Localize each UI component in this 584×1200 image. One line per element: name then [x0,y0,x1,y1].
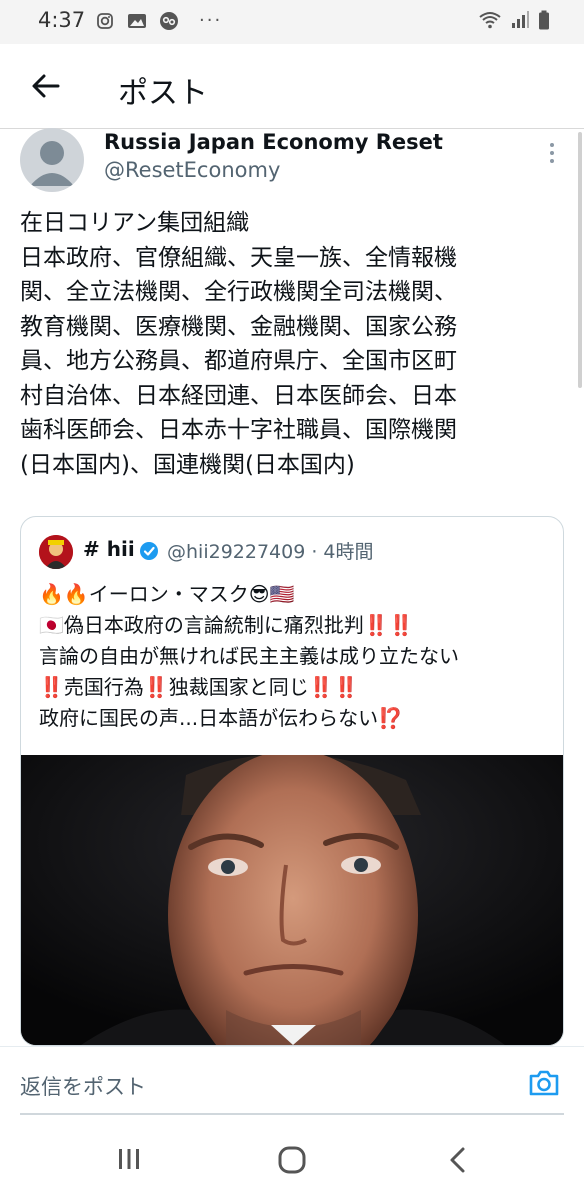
post-line: 在日コリアン集団組織 [20,210,250,236]
status-icons-left: ··· [95,10,222,31]
gallery-icon [127,11,147,31]
quoted-line: 言論の自由が無ければ民主主義は成り立たない [39,644,459,668]
back-arrow-icon[interactable] [28,68,64,104]
home-icon[interactable] [276,1144,308,1176]
status-bar: 4:37 ··· [0,0,584,44]
wifi-icon [478,10,502,34]
camera-icon[interactable] [526,1065,562,1101]
header-divider [0,128,584,129]
post-line: (日本国内)、国連機関(日本国内) [20,451,355,478]
link-icon [159,11,179,31]
status-more: ··· [199,10,223,31]
reply-input[interactable]: 返信をポスト [20,1071,146,1101]
post-line: 関、全立法機関、全行政機関全司法機関、 [20,279,457,305]
quoted-media-image[interactable] [21,755,563,1045]
system-nav-bar [0,1120,584,1200]
nav-back-icon[interactable] [444,1144,472,1176]
scrollbar[interactable] [578,132,582,388]
author-avatar[interactable] [20,128,84,192]
author-name[interactable]: Russia Japan Economy Reset [104,130,443,154]
quoted-line: 政府に国民の声...日本語が伝わらない⁉️ [39,706,403,730]
quoted-line: 🇯🇵偽日本政府の言論統制に痛烈批判‼️‼️ [39,613,414,637]
page-title: ポスト [118,76,208,111]
quoted-author-name[interactable]: # hii [83,537,135,561]
app-bar: ポスト [0,44,584,128]
status-icons-right [478,10,550,34]
quoted-line: 🔥🔥イーロン・マスク😎🇺🇸 [39,582,295,606]
verified-badge-icon [139,541,159,561]
quoted-author-avatar[interactable] [39,535,73,569]
instagram-icon [95,11,115,31]
quoted-handle-time[interactable]: @hii29227409 · 4時間 [167,537,374,564]
post-line: 村自治体、日本経団連、日本医師会、日本 [20,382,457,409]
post-line: 日本政府、官僚組織、天皇一族、全情報機 [20,244,457,271]
more-options-icon[interactable] [548,142,556,164]
battery-icon [538,10,550,34]
quoted-body: 🔥🔥イーロン・マスク😎🇺🇸 🇯🇵偽日本政府の言論統制に痛烈批判‼️‼️ 言論の自… [39,579,549,734]
post-line: 員、地方公務員、都道府県庁、全国市区町 [20,348,457,374]
quoted-line: ‼️売国行為‼️独裁国家と同じ‼️‼️ [39,675,359,699]
post-body: 在日コリアン集団組織 日本政府、官僚組織、天皇一族、全情報機 関、全立法機関、全… [20,206,548,482]
post-line: 歯科医師会、日本赤十字社職員、国際機関 [20,417,457,443]
author-handle[interactable]: @ResetEconomy [104,158,280,182]
reply-bar: 返信をポスト [0,1046,584,1113]
status-time: 4:37 [38,8,86,32]
signal-icon [510,10,530,34]
post-line: 教育機関、医療機関、金融機関、国家公務 [20,313,457,340]
quoted-post[interactable]: # hii @hii29227409 · 4時間 🔥🔥イーロン・マスク😎🇺🇸 🇯… [20,516,564,1046]
reply-underline [20,1113,564,1115]
recent-apps-icon[interactable] [116,1146,142,1172]
